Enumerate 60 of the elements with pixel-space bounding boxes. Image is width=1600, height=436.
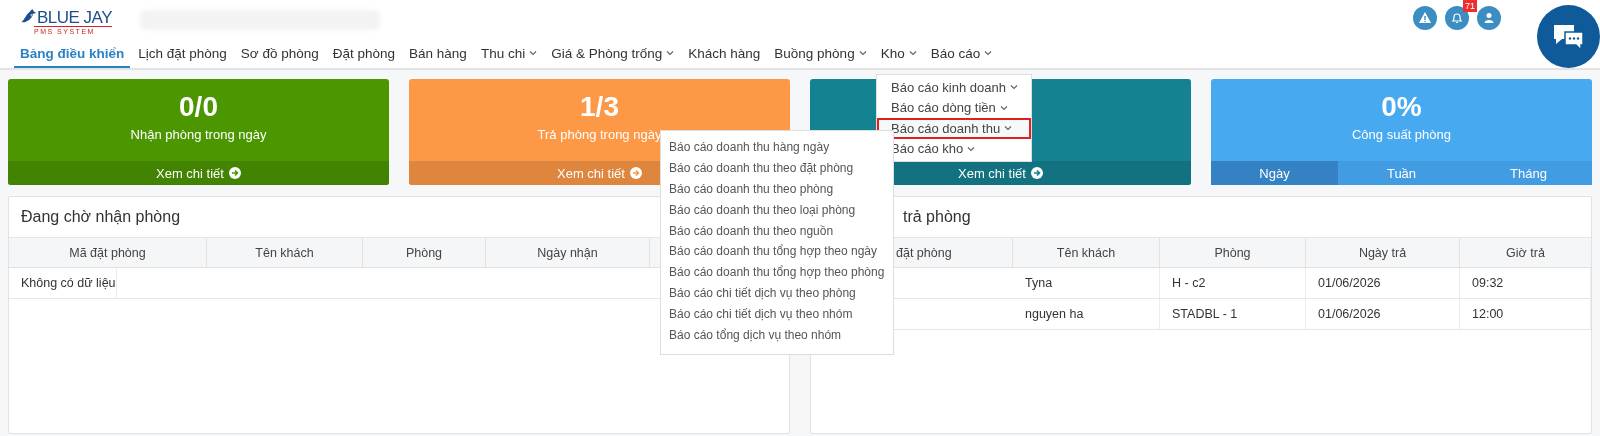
nav-item[interactable]: Buồng phòng <box>768 40 873 68</box>
user-icon[interactable] <box>1477 6 1501 30</box>
nav-item[interactable]: Đặt phòng <box>326 40 402 68</box>
menu-item[interactable]: Báo cáo doanh thu theo loại phòng <box>661 199 893 221</box>
table-cell: 09:32 <box>1460 268 1591 298</box>
stat-label: Công suất phòng <box>1352 127 1451 142</box>
arrow-circle-icon <box>629 167 642 179</box>
column-header: Ngày trả <box>1306 238 1460 267</box>
nav-item[interactable]: Khách hàng <box>682 40 767 68</box>
nav-item[interactable]: Báo cáo <box>924 40 999 68</box>
warning-icon[interactable] <box>1413 6 1437 30</box>
arrow-circle-icon <box>1030 167 1043 179</box>
caret-icon <box>1009 84 1018 91</box>
table-cell: H - c2 <box>1160 268 1306 298</box>
table-cell: 01/06/2026 <box>1306 268 1460 298</box>
panel-title: Đang chờ nhận phòng <box>21 208 181 226</box>
menu-item[interactable]: Báo cáo chi tiết dịch vụ theo nhóm <box>661 304 893 325</box>
menu-item[interactable]: Báo cáo tổng dịch vụ theo nhóm <box>661 325 893 346</box>
stat-value: 1/3 <box>580 91 619 123</box>
notification-badge: 71 <box>1463 0 1477 12</box>
stat-label: Nhận phòng trong ngày <box>130 127 267 142</box>
stat-value: 0/0 <box>179 91 218 123</box>
table-cell: STADBL - 1 <box>1160 299 1306 329</box>
table-cell: Tyna <box>1013 268 1160 298</box>
empty-message: Không có dữ liệu <box>9 268 117 298</box>
column-header: Giờ trả <box>1505 244 1546 262</box>
caret-icon <box>967 145 976 152</box>
stat-label: Trả phòng trong ngày <box>537 127 662 142</box>
menu-item[interactable]: Báo cáo doanh thu hàng ngày <box>661 137 893 158</box>
period-tab[interactable]: Ngày <box>1211 161 1338 185</box>
nav-item[interactable]: Bảng điều khiển <box>14 40 131 68</box>
chat-icon[interactable] <box>1537 5 1600 68</box>
panel-title: trả phòng <box>903 208 971 226</box>
menu-item[interactable]: Báo cáo dòng tiền <box>877 97 1031 118</box>
nav-item[interactable]: Sơ đồ phòng <box>234 40 325 68</box>
column-header: Ngày nhận <box>486 238 650 267</box>
menu-item[interactable]: Báo cáo kinh doanh <box>877 77 1031 98</box>
table-cell: nguyen ha <box>1013 299 1160 329</box>
nav-item[interactable]: Thu chi <box>474 40 544 68</box>
menu-item[interactable]: Báo cáo chi tiết dịch vụ theo phòng <box>661 283 893 305</box>
details-link[interactable]: Xem chi tiết <box>156 165 241 181</box>
nav-item[interactable]: Giá & Phòng trống <box>545 40 681 68</box>
column-header: Tên khách <box>1013 238 1160 267</box>
menu-item[interactable]: Báo cáo doanh thu theo phòng <box>661 178 893 200</box>
column-header: Tên khách <box>207 238 363 267</box>
details-link[interactable]: Xem chi tiết <box>958 165 1043 181</box>
nav-item[interactable]: Kho <box>874 40 923 68</box>
column-header: Mã đặt phòng <box>9 238 207 267</box>
column-header: Phòng <box>363 238 486 267</box>
table-cell: 12:00 <box>1460 299 1591 329</box>
nav-item[interactable]: Bán hàng <box>403 40 473 68</box>
column-header: Phòng <box>1160 238 1306 267</box>
caret-icon <box>999 104 1008 111</box>
table-cell: 01/06/2026 <box>1306 299 1460 329</box>
caret-icon <box>1004 125 1013 132</box>
stat-value: 0% <box>1381 91 1422 123</box>
menu-item[interactable]: Báo cáo doanh thu theo đặt phòng <box>661 157 893 179</box>
arrow-circle-icon <box>228 167 241 179</box>
nav-item[interactable]: Lịch đặt phòng <box>132 40 233 68</box>
logo-title: BLUE JAY <box>36 9 112 26</box>
